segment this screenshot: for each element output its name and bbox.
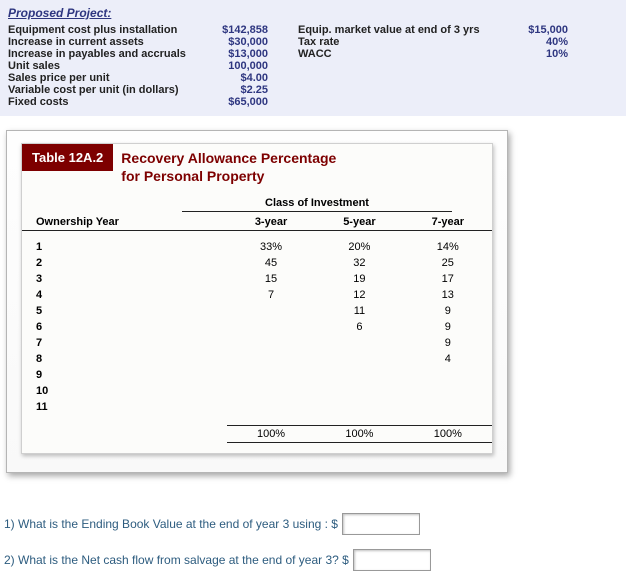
answer-2-input[interactable] <box>353 549 431 571</box>
total-5yr: 100% <box>315 426 403 443</box>
col-7yr: 7-year <box>404 214 492 231</box>
answer-1-input[interactable] <box>342 513 420 535</box>
project-title: Proposed Project: <box>8 6 618 20</box>
proj-right-label: Equip. market value at end of 3 yrs <box>298 24 508 36</box>
macrs-table-card: Table 12A.2 Recovery Allowance Percentag… <box>6 130 508 473</box>
table-title: Recovery Allowance Percentage for Person… <box>113 144 344 191</box>
table-badge: Table 12A.2 <box>22 144 113 171</box>
proj-left-val: $142,858 <box>188 24 268 36</box>
question-1-text: 1) What is the Ending Book Value at the … <box>4 517 338 531</box>
class-of-investment-label: Class of Investment <box>182 197 452 212</box>
project-box: Proposed Project: Equipment cost plus in… <box>0 0 626 116</box>
col-5yr: 5-year <box>315 214 403 231</box>
total-3yr: 100% <box>227 426 315 443</box>
proj-right-val: $15,000 <box>508 24 568 36</box>
proj-left-label: Equipment cost plus installation <box>8 24 188 36</box>
questions-section: 1) What is the Ending Book Value at the … <box>4 513 622 571</box>
col-3yr: 3-year <box>227 214 315 231</box>
total-7yr: 100% <box>404 426 492 443</box>
question-2-text: 2) What is the Net cash flow from salvag… <box>4 553 349 567</box>
col-ownership: Ownership Year <box>22 214 227 231</box>
macrs-table: Ownership Year 3-year 5-year 7-year 133%… <box>22 214 492 443</box>
totals-row: 100% 100% 100% <box>22 426 492 443</box>
